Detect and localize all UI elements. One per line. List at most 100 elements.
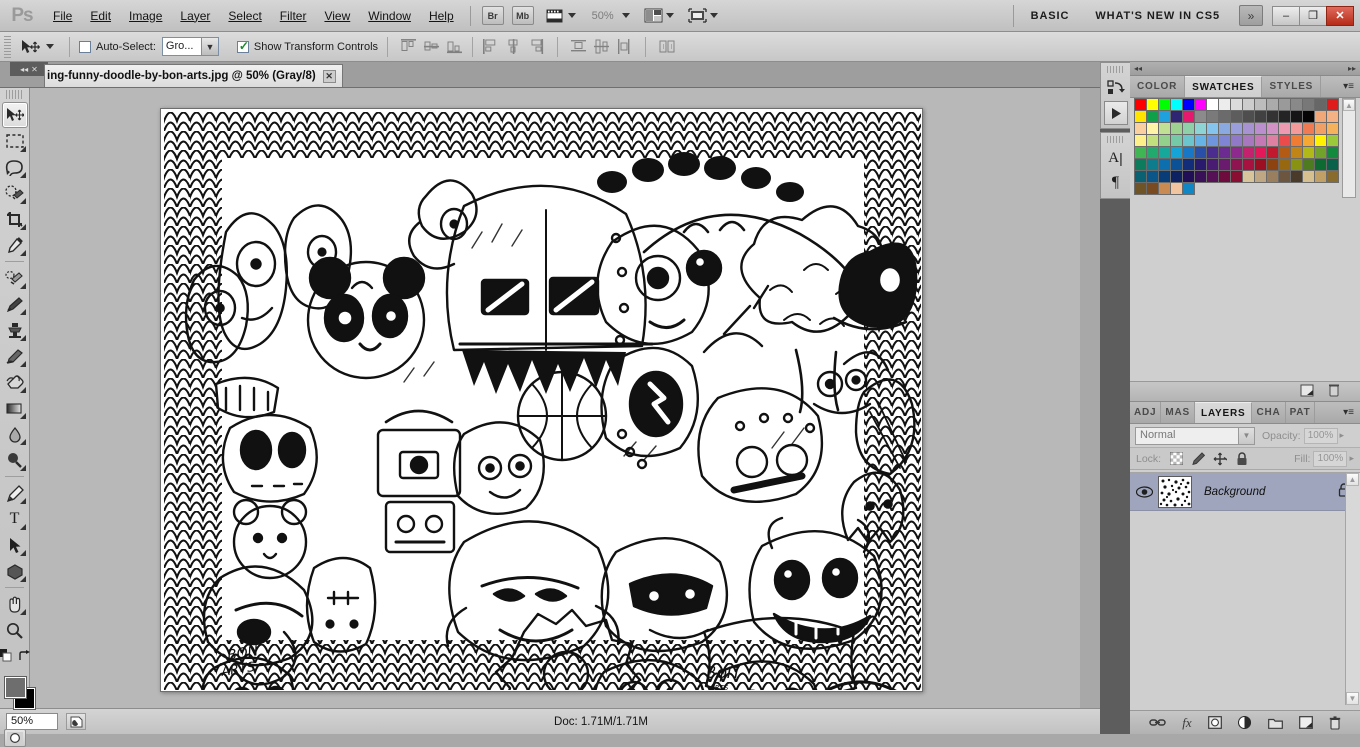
align-top-edges-icon[interactable] [399, 37, 418, 56]
pen-tool[interactable] [2, 480, 28, 506]
color-swatch[interactable] [1147, 147, 1159, 159]
canvas-area[interactable]: BON ARTS βφΠ ARTS [0, 88, 1080, 708]
foreground-color-swatch[interactable] [5, 677, 26, 698]
clone-stamp-tool[interactable] [2, 317, 28, 343]
color-swatch[interactable] [1219, 159, 1231, 171]
color-swatch[interactable] [1147, 183, 1159, 195]
layer-visibility-toggle[interactable] [1132, 486, 1156, 498]
swatches-scroll-up-icon[interactable]: ▲ [1343, 99, 1355, 111]
color-swatch[interactable] [1267, 159, 1279, 171]
color-swatch[interactable] [1291, 123, 1303, 135]
color-swatch[interactable] [1255, 111, 1267, 123]
color-swatch[interactable] [1291, 135, 1303, 147]
color-swatch[interactable] [1279, 99, 1291, 111]
new-layer-icon[interactable] [1299, 716, 1313, 729]
fill-slider-arrow-icon[interactable]: ▸ [1349, 453, 1354, 464]
color-swatch[interactable] [1159, 147, 1171, 159]
color-swatch[interactable] [1315, 147, 1327, 159]
color-swatch[interactable] [1255, 99, 1267, 111]
rectangular-marquee-tool[interactable] [2, 128, 28, 154]
align-horizontal-centers-icon[interactable] [504, 37, 523, 56]
color-swatch[interactable] [1303, 99, 1315, 111]
color-swatch[interactable] [1159, 99, 1171, 111]
color-swatch[interactable] [1183, 171, 1195, 183]
dock-group-grip-1[interactable] [1107, 66, 1124, 73]
menu-file[interactable]: File [44, 4, 81, 28]
layers-scrollbar[interactable]: ▲ ▼ [1345, 473, 1360, 705]
screen-mode-chevron-down-icon[interactable] [710, 13, 718, 18]
color-swatch[interactable] [1171, 183, 1183, 195]
add-layer-mask-icon[interactable] [1208, 716, 1222, 729]
spot-healing-brush-tool[interactable] [2, 265, 28, 291]
color-swatch[interactable] [1327, 135, 1339, 147]
color-swatch[interactable] [1195, 111, 1207, 123]
color-swatch[interactable] [1279, 123, 1291, 135]
align-vertical-centers-icon[interactable] [422, 37, 441, 56]
color-swatch[interactable] [1135, 99, 1147, 111]
color-swatch[interactable] [1171, 99, 1183, 111]
color-swatch[interactable] [1207, 123, 1219, 135]
color-swatch[interactable] [1219, 99, 1231, 111]
lock-position-icon[interactable] [1212, 452, 1228, 466]
color-swatch[interactable] [1327, 123, 1339, 135]
lock-all-icon[interactable] [1234, 452, 1250, 466]
color-swatch[interactable] [1183, 111, 1195, 123]
color-swatch[interactable] [1219, 171, 1231, 183]
color-swatch[interactable] [1159, 123, 1171, 135]
show-transform-controls-checkbox[interactable] [237, 41, 249, 53]
color-swatch[interactable] [1159, 135, 1171, 147]
eyedropper-tool[interactable] [2, 232, 28, 258]
tab-color[interactable]: COLOR [1130, 76, 1185, 97]
color-swatch[interactable] [1255, 147, 1267, 159]
color-swatch[interactable] [1315, 159, 1327, 171]
menu-filter[interactable]: Filter [271, 4, 316, 28]
color-swatch[interactable] [1159, 111, 1171, 123]
dock-group-grip-2[interactable] [1107, 136, 1124, 143]
color-swatches-control[interactable] [0, 669, 30, 721]
color-swatch[interactable] [1195, 159, 1207, 171]
delete-layer-icon[interactable] [1329, 716, 1341, 730]
color-swatch[interactable] [1327, 111, 1339, 123]
workspace-more-chevron-icon[interactable]: » [1239, 5, 1263, 26]
tab-swatches[interactable]: SWATCHES [1185, 76, 1262, 97]
swatches-grid[interactable] [1134, 98, 1339, 195]
color-swatch[interactable] [1183, 159, 1195, 171]
options-bar-grip[interactable] [4, 36, 11, 58]
color-swatch[interactable] [1279, 159, 1291, 171]
color-swatch[interactable] [1315, 135, 1327, 147]
color-swatch[interactable] [1243, 171, 1255, 183]
new-adjustment-layer-icon[interactable] [1238, 716, 1252, 729]
color-swatch[interactable] [1291, 111, 1303, 123]
color-swatch[interactable] [1183, 183, 1195, 195]
color-swatch[interactable] [1267, 99, 1279, 111]
color-swatch[interactable] [1171, 123, 1183, 135]
color-swatch[interactable] [1183, 135, 1195, 147]
color-swatch[interactable] [1195, 123, 1207, 135]
crop-tool[interactable] [2, 206, 28, 232]
color-swatch[interactable] [1195, 99, 1207, 111]
color-swatch[interactable] [1327, 147, 1339, 159]
color-swatch[interactable] [1207, 147, 1219, 159]
paragraph-panel-icon[interactable]: ¶ [1104, 171, 1128, 195]
color-swatch[interactable] [1279, 135, 1291, 147]
zoom-chevron-down-icon[interactable] [622, 13, 630, 18]
distribute-bottom-edges-icon[interactable] [615, 37, 634, 56]
color-swatch[interactable] [1315, 171, 1327, 183]
color-swatch[interactable] [1279, 147, 1291, 159]
color-swatch[interactable] [1243, 99, 1255, 111]
color-swatch[interactable] [1183, 99, 1195, 111]
tool-preset-chevron-down-icon[interactable] [46, 44, 54, 49]
hand-tool[interactable] [2, 591, 28, 617]
menu-layer[interactable]: Layer [171, 4, 219, 28]
horizontal-type-tool[interactable]: T [2, 506, 28, 532]
distribute-vertical-centers-icon[interactable] [592, 37, 611, 56]
quick-selection-tool[interactable] [2, 180, 28, 206]
path-selection-tool[interactable] [2, 532, 28, 558]
launch-bridge-button[interactable]: Br [482, 6, 504, 25]
color-swatch[interactable] [1315, 123, 1327, 135]
menu-view[interactable]: View [315, 4, 359, 28]
color-swatch[interactable] [1135, 111, 1147, 123]
color-swatch[interactable] [1291, 159, 1303, 171]
current-tool-move-icon[interactable] [16, 39, 44, 55]
gradient-tool[interactable] [2, 395, 28, 421]
